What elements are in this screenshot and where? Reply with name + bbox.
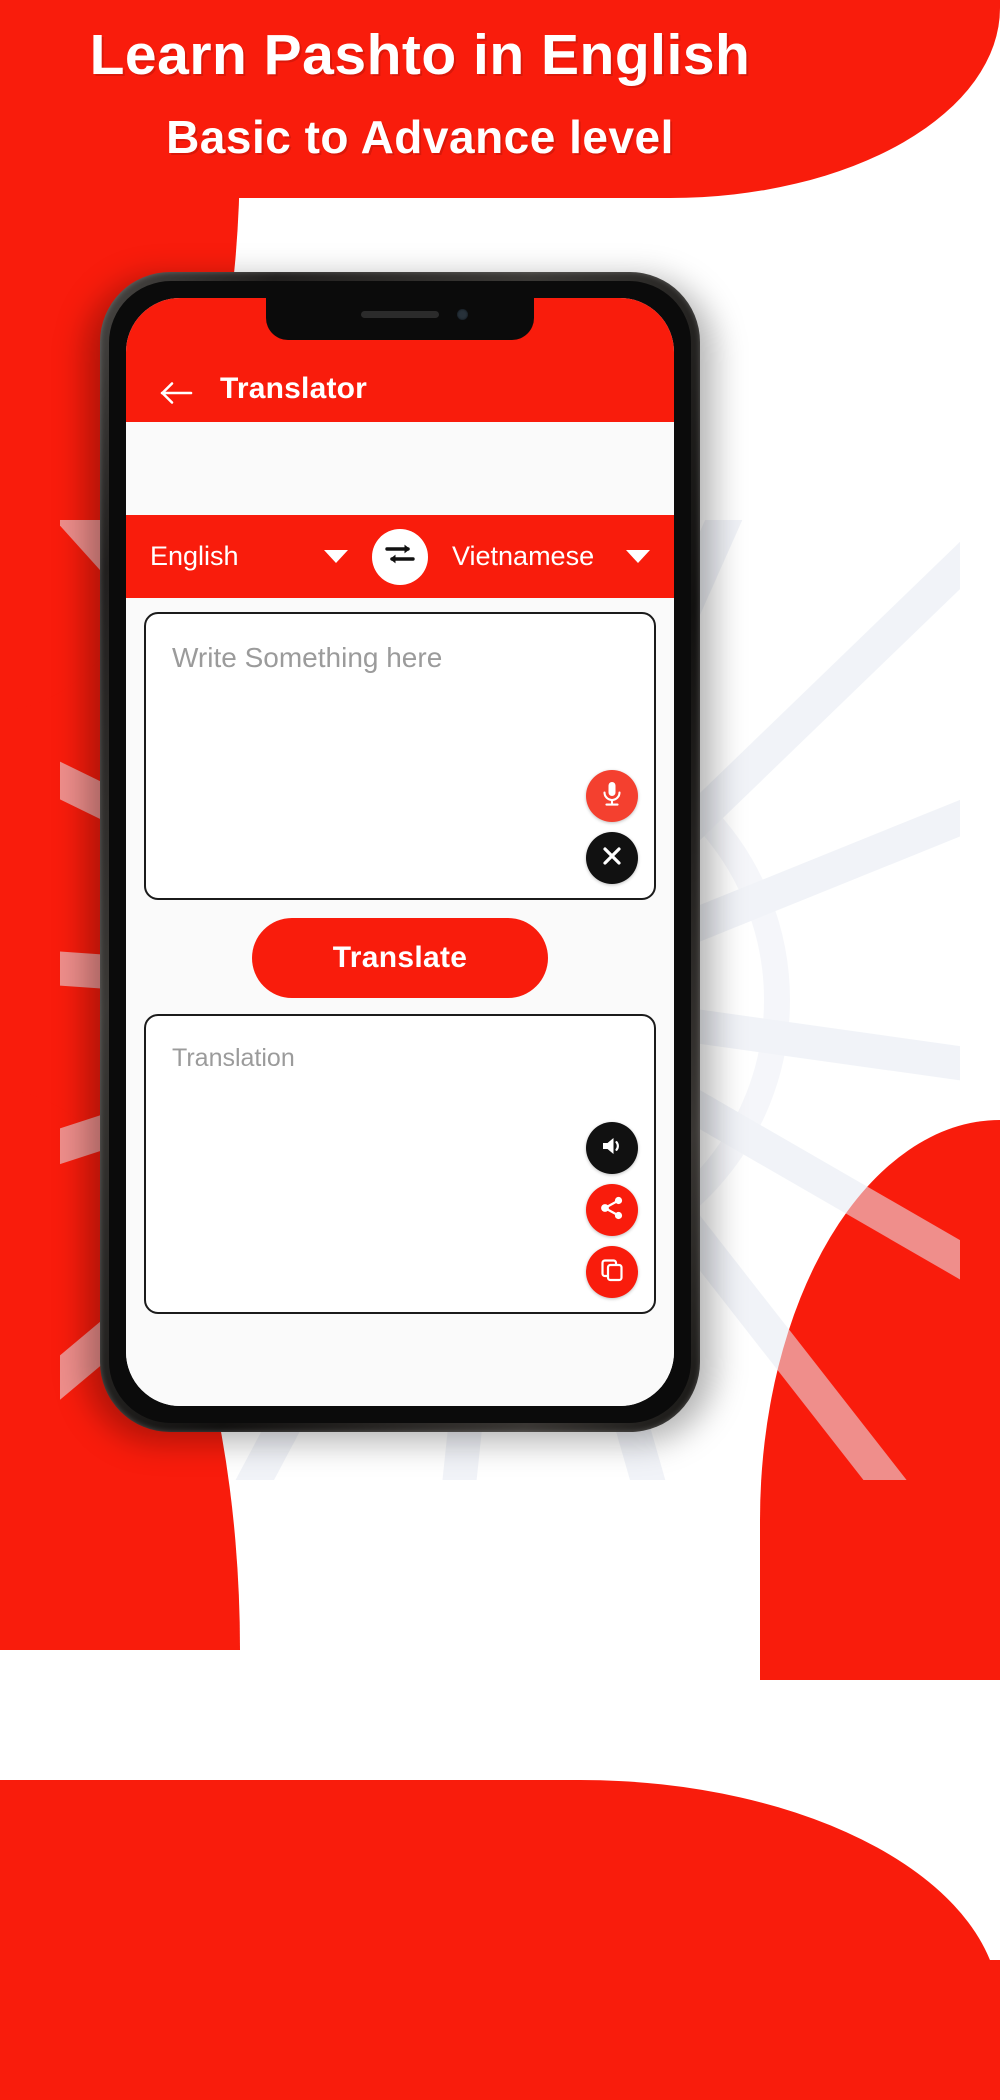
app-bar-title: Translator <box>220 372 368 405</box>
translator-body: Write Something here Translate Translati… <box>126 598 674 1406</box>
source-language-label: English <box>150 541 239 571</box>
copy-button[interactable] <box>586 1246 638 1298</box>
microphone-icon <box>599 779 625 814</box>
earpiece-speaker <box>361 311 439 318</box>
speak-button[interactable] <box>586 1122 638 1174</box>
share-button[interactable] <box>586 1184 638 1236</box>
swap-languages-button[interactable] <box>372 528 428 585</box>
promo-subheadline: Basic to Advance level <box>166 111 674 163</box>
phone-body: Translator English Vietnamese Write Some… <box>100 272 700 1432</box>
microphone-button[interactable] <box>586 770 638 822</box>
output-actions <box>586 1122 638 1298</box>
phone-notch <box>266 298 534 340</box>
source-text-field[interactable]: Write Something here <box>144 612 656 900</box>
language-selector-bar: English Vietnamese <box>126 515 674 598</box>
target-language-dropdown[interactable]: Vietnamese <box>428 541 674 572</box>
back-button[interactable] <box>144 380 210 406</box>
translated-text-field[interactable]: Translation <box>144 1014 656 1314</box>
translate-button[interactable]: Translate <box>252 918 548 998</box>
source-actions <box>586 770 638 884</box>
swap-horizontal-icon <box>383 539 417 574</box>
phone-screen: Translator English Vietnamese Write Some… <box>126 298 674 1406</box>
translate-button-row: Translate <box>144 900 656 1014</box>
phone-inner-bezel: Translator English Vietnamese Write Some… <box>109 281 691 1423</box>
clear-text-button[interactable] <box>586 832 638 884</box>
phone-mockup: Translator English Vietnamese Write Some… <box>86 272 714 1442</box>
close-x-icon <box>600 844 624 873</box>
copy-icon <box>599 1257 625 1288</box>
source-text-placeholder: Write Something here <box>172 642 443 673</box>
background-bottom-band <box>0 1960 1000 2100</box>
chevron-down-icon <box>324 550 348 563</box>
target-language-label: Vietnamese <box>452 541 595 571</box>
promo-headline: Learn Pashto in English <box>89 23 751 87</box>
source-language-dropdown[interactable]: English <box>126 541 372 572</box>
share-nodes-icon <box>599 1195 625 1226</box>
speaker-volume-icon <box>599 1134 625 1163</box>
front-camera <box>457 309 468 320</box>
chevron-down-icon <box>626 550 650 563</box>
arrow-left-icon <box>160 380 194 406</box>
translated-text-placeholder: Translation <box>172 1044 295 1072</box>
ad-banner-slot <box>126 422 674 515</box>
